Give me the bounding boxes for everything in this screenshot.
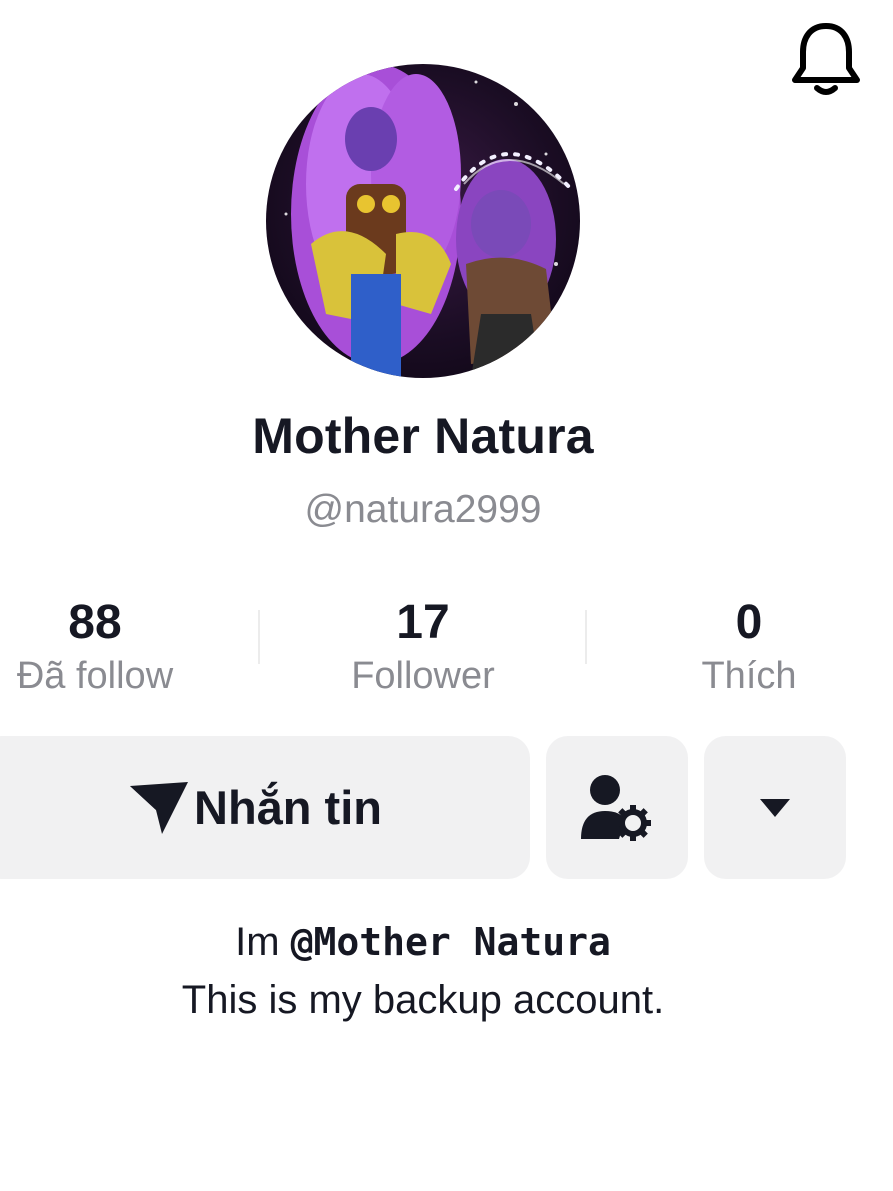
stat-following[interactable]: 88 Đã follow bbox=[0, 594, 200, 700]
profile-avatar[interactable] bbox=[266, 64, 580, 378]
stat-divider bbox=[258, 610, 260, 664]
likes-label: Thích bbox=[701, 655, 797, 697]
followers-count: 17 bbox=[396, 596, 450, 649]
bio-prefix: Im bbox=[235, 920, 291, 964]
friends-settings-button[interactable] bbox=[546, 736, 688, 879]
bell-icon bbox=[792, 23, 860, 95]
caret-down-icon bbox=[760, 798, 790, 817]
stat-divider bbox=[585, 610, 587, 664]
send-icon bbox=[130, 781, 188, 834]
bio-line-2: This is my backup account. bbox=[181, 978, 665, 1022]
more-options-button[interactable] bbox=[704, 736, 846, 879]
message-button[interactable]: Nhắn tin bbox=[0, 736, 530, 879]
bio-line-1: Im @Mother Natura bbox=[0, 920, 846, 965]
following-label: Đã follow bbox=[16, 655, 174, 697]
following-count: 88 bbox=[68, 596, 122, 649]
notification-bell-button[interactable] bbox=[790, 18, 862, 98]
username: @natura2999 bbox=[304, 488, 542, 531]
user-settings-icon bbox=[581, 774, 651, 841]
display-name: Mother Natura bbox=[252, 408, 594, 464]
bio-mention-link[interactable]: @Mother Natura bbox=[291, 920, 611, 964]
likes-count: 0 bbox=[735, 596, 763, 649]
stat-likes[interactable]: 0 Thích bbox=[644, 594, 854, 700]
avatar-image bbox=[266, 64, 580, 378]
followers-label: Follower bbox=[351, 655, 495, 697]
stat-followers[interactable]: 17 Follower bbox=[318, 594, 528, 700]
message-button-label: Nhắn tin bbox=[194, 781, 382, 834]
